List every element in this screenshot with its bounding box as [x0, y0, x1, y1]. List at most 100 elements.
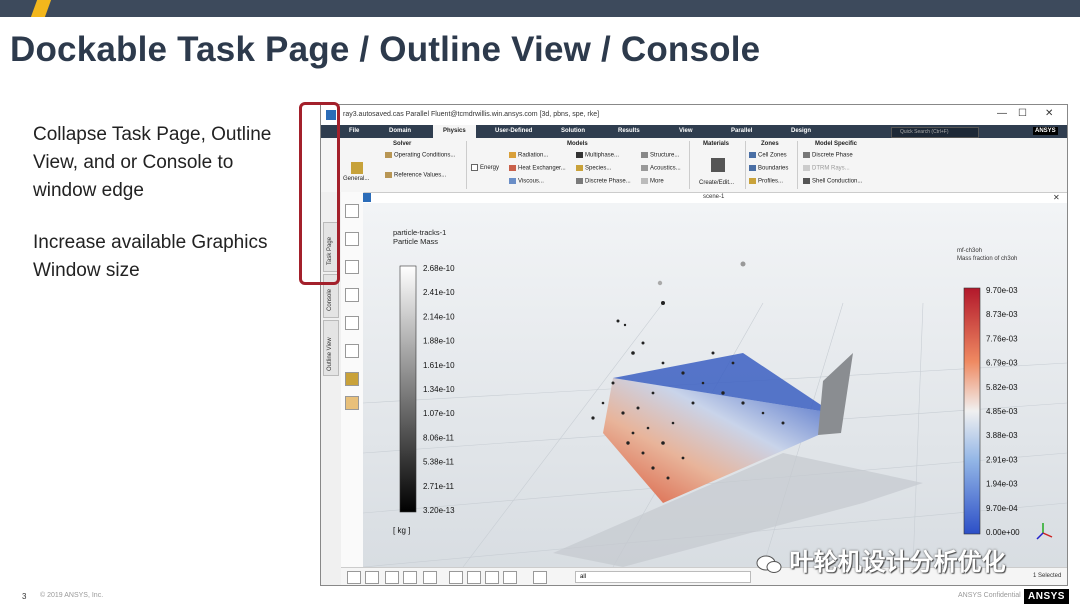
- tab-user-defined[interactable]: User-Defined: [495, 128, 532, 134]
- rotate-tool-icon[interactable]: [345, 204, 359, 218]
- discrete-phase-button[interactable]: Discrete Phase...: [576, 178, 631, 185]
- tab-view[interactable]: View: [679, 128, 693, 134]
- tab-design[interactable]: Design: [791, 128, 811, 134]
- refresh-icon[interactable]: [347, 571, 361, 584]
- species-icon: [576, 165, 583, 171]
- stray-particle: [657, 280, 663, 286]
- reference-values-button[interactable]: Reference Values...: [385, 172, 446, 179]
- shell-conduction-button[interactable]: Shell Conduction...: [803, 178, 862, 185]
- energy-label: Energy: [480, 165, 500, 172]
- more-icon: [641, 178, 648, 184]
- operating-conditions-label: Operating Conditions...: [394, 152, 456, 159]
- more-label: More: [650, 178, 664, 185]
- flag-tool-icon[interactable]: [345, 372, 359, 386]
- tab-parallel[interactable]: Parallel: [731, 128, 752, 134]
- physics-ribbon: Solver General... Operating Conditions..…: [321, 138, 1067, 193]
- radiation-button[interactable]: Radiation...: [509, 152, 548, 159]
- profiles-label: Profiles...: [758, 178, 784, 185]
- fit-tool-icon[interactable]: [345, 288, 359, 302]
- right-legend-tick-label: 2.91e-03: [986, 455, 1018, 464]
- general-button[interactable]: General...: [343, 176, 369, 182]
- heat-exchanger-icon: [509, 165, 516, 171]
- tab-solution[interactable]: Solution: [561, 128, 585, 134]
- cell-zones-button[interactable]: Cell Zones: [749, 152, 787, 159]
- tab-physics[interactable]: Physics: [433, 125, 476, 138]
- structure-button[interactable]: Structure...: [641, 152, 679, 159]
- tab-file[interactable]: File: [349, 128, 359, 134]
- left-legend-unit: [ kg ]: [393, 526, 410, 535]
- zoom-out-icon[interactable]: [403, 571, 417, 584]
- operating-conditions-button[interactable]: Operating Conditions...: [385, 152, 455, 159]
- ruler-tool-icon[interactable]: [345, 344, 359, 358]
- right-legend-tick-label: 7.76e-03: [986, 334, 1018, 343]
- group-models-title: Models: [567, 141, 588, 147]
- right-legend-tick-label: 1.94e-03: [986, 480, 1018, 489]
- ribbon-tab-bar: File Domain Physics User-Defined Solutio…: [321, 125, 1067, 138]
- filter-icon[interactable]: [533, 571, 547, 584]
- discrete-phase-specific-button[interactable]: Discrete Phase: [803, 152, 853, 159]
- quick-search-input[interactable]: Quick Search (Ctrl+F): [891, 127, 979, 138]
- watermark-text: 叶轮机设计分析优化: [789, 549, 1006, 576]
- tab-domain[interactable]: Domain: [389, 128, 411, 134]
- dock-tab-outline-view[interactable]: Outline View: [323, 320, 339, 376]
- energy-checkbox[interactable]: Energy: [471, 164, 499, 171]
- axis-icon[interactable]: [485, 571, 499, 584]
- more-models-button[interactable]: More: [641, 178, 664, 185]
- left-legend-tick-label: 3.20e-13: [423, 506, 455, 515]
- slide-footer: 3 © 2019 ANSYS, Inc. ANSYS Confidential …: [0, 585, 1080, 607]
- graphics-close-icon[interactable]: ✕: [1053, 193, 1060, 202]
- multiphase-button[interactable]: Multiphase...: [576, 152, 619, 159]
- profiles-button[interactable]: Profiles...: [749, 178, 783, 185]
- zoom-in-icon[interactable]: [385, 571, 399, 584]
- multiphase-label: Multiphase...: [585, 152, 620, 159]
- move-icon[interactable]: [365, 571, 379, 584]
- divider: [797, 141, 798, 189]
- left-legend-tick-label: 2.41e-10: [423, 288, 455, 297]
- boundaries-icon: [749, 165, 756, 171]
- group-model-specific-title: Model Specific: [815, 141, 858, 147]
- fit-view-icon[interactable]: [423, 571, 437, 584]
- dtrm-rays-button[interactable]: DTRM Rays...: [803, 165, 850, 172]
- save-picture-icon[interactable]: [503, 571, 517, 584]
- right-legend-tick-label: 5.82e-03: [986, 383, 1018, 392]
- zoom-box-icon[interactable]: [449, 571, 463, 584]
- maximize-button[interactable]: ☐: [1018, 108, 1027, 119]
- watermark: 叶轮机设计分析优化: [755, 542, 1006, 577]
- funnel-tool-icon[interactable]: [345, 396, 359, 410]
- materials-icon: [711, 158, 725, 172]
- boundaries-button[interactable]: Boundaries: [749, 165, 788, 172]
- group-materials-title: Materials: [703, 141, 730, 147]
- group-zones-title: Zones: [761, 141, 779, 147]
- shell-conduction-label: Shell Conduction...: [812, 178, 863, 185]
- divider: [466, 141, 467, 189]
- tab-results[interactable]: Results: [618, 128, 640, 134]
- right-legend-tick-label: 9.70e-03: [986, 286, 1018, 295]
- left-legend-title1: particle-tracks-1: [393, 228, 446, 237]
- window-titlebar: ray3.autosaved.cas Parallel Fluent@tcmdr…: [321, 105, 1067, 125]
- species-button[interactable]: Species...: [576, 165, 611, 172]
- viscous-button[interactable]: Viscous...: [509, 178, 544, 185]
- graphics-scene[interactable]: particle-tracks-1 Particle Mass 2.68e-10…: [363, 203, 1067, 567]
- minimize-button[interactable]: —: [997, 108, 1007, 119]
- dock-tab-console-label: Console: [327, 288, 333, 311]
- selection-filter-input[interactable]: all: [575, 571, 751, 583]
- accent-stripe: [30, 0, 52, 17]
- heat-exchanger-button[interactable]: Heat Exchanger...: [509, 165, 566, 172]
- acoustics-button[interactable]: Acoustics...: [641, 165, 681, 172]
- acoustics-icon: [641, 165, 648, 171]
- slide-top-bar: [0, 0, 1080, 17]
- left-legend-tick-label: 1.88e-10: [423, 337, 455, 346]
- heat-exchanger-label: Heat Exchanger...: [518, 165, 566, 172]
- pan-tool-icon[interactable]: [345, 232, 359, 246]
- acoustics-label: Acoustics...: [650, 165, 681, 172]
- probe-tool-icon[interactable]: [345, 316, 359, 330]
- left-legend-tick-label: 1.61e-10: [423, 361, 455, 370]
- left-legend-title2: Particle Mass: [393, 237, 438, 246]
- general-icon: [351, 162, 363, 174]
- measure-icon[interactable]: [467, 571, 481, 584]
- discrete-phase-icon: [576, 178, 583, 184]
- create-edit-button[interactable]: Create/Edit...: [699, 180, 734, 186]
- close-button[interactable]: ✕: [1045, 108, 1053, 119]
- copyright: © 2019 ANSYS, Inc.: [40, 592, 104, 599]
- zoom-tool-icon[interactable]: [345, 260, 359, 274]
